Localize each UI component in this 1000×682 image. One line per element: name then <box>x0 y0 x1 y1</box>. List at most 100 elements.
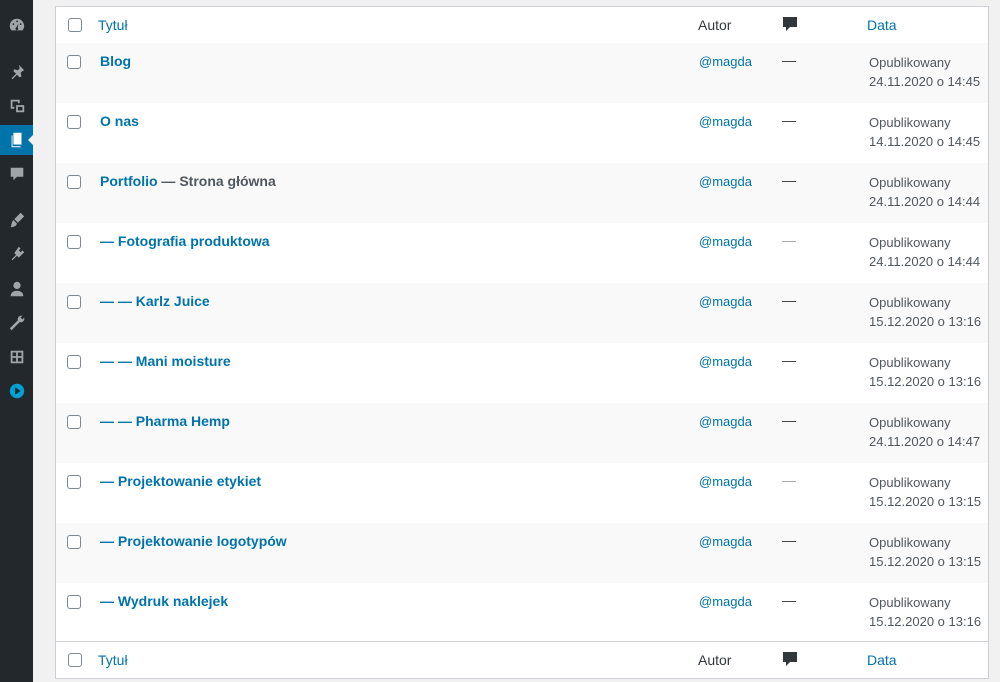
table-row: Portfolio — Strona główna @magda — Opubliko… <box>56 163 988 223</box>
publish-date: 15.12.2020 o 13:15 <box>869 554 982 569</box>
publish-status: Opublikowany <box>869 415 951 430</box>
column-date-sort-footer[interactable]: Data <box>867 652 897 668</box>
date-cell: Opublikowany 15.12.2020 o 13:15 <box>869 533 981 571</box>
media-icon[interactable] <box>0 91 33 121</box>
page-title-link[interactable]: O nas <box>100 113 139 129</box>
publish-date: 15.12.2020 o 13:16 <box>869 374 982 389</box>
column-title-sort[interactable]: Tytuł <box>98 17 128 33</box>
author-link[interactable]: @magda <box>699 294 752 309</box>
date-cell: Opublikowany 24.11.2020 o 14:44 <box>869 233 980 271</box>
publish-date: 24.11.2020 o 14:45 <box>869 74 981 89</box>
column-title-sort-footer[interactable]: Tytuł <box>98 652 128 668</box>
publish-date: 15.12.2020 o 13:15 <box>869 494 982 509</box>
author-link[interactable]: @magda <box>699 174 752 189</box>
page-title-link[interactable]: — — Pharma Hemp <box>100 413 230 429</box>
publish-date: 24.11.2020 o 14:47 <box>869 434 981 449</box>
publish-status: Opublikowany <box>869 295 951 310</box>
row-checkbox[interactable] <box>67 235 81 249</box>
table-footer: Tytuł Autor Data <box>56 641 988 678</box>
page-title-link[interactable]: Portfolio — Strona główna <box>100 173 276 189</box>
comment-icon[interactable] <box>0 159 33 189</box>
column-author: Autor <box>698 17 732 33</box>
comment-count: — <box>782 52 796 68</box>
date-cell: Opublikowany 15.12.2020 o 13:16 <box>869 293 981 331</box>
table-row: — Wydruk naklejek @magda — Opublikowany 15.1… <box>56 583 988 643</box>
table-row: Blog @magda — Opublikowany 24.11.2020 o 14:4… <box>56 43 988 103</box>
comment-count: — <box>782 472 796 488</box>
page-title-link[interactable]: — Fotografia produktowa <box>100 233 270 249</box>
row-checkbox[interactable] <box>67 475 81 489</box>
column-date-sort[interactable]: Data <box>867 17 897 33</box>
author-link[interactable]: @magda <box>699 474 752 489</box>
table-row: — Fotografia produktowa @magda — Opublikowa… <box>56 223 988 283</box>
publish-date: 15.12.2020 o 13:16 <box>869 314 982 329</box>
table-row: — — Karlz Juice @magda — Opublikowany 15.12.… <box>56 283 988 343</box>
date-cell: Opublikowany 14.11.2020 o 14:45 <box>869 113 980 151</box>
admin-sidebar <box>0 0 34 682</box>
page-title-link[interactable]: Blog <box>100 53 131 69</box>
play-circle-icon[interactable] <box>0 376 33 406</box>
page-title-link[interactable]: — Projektowanie etykiet <box>100 473 261 489</box>
publish-status: Opublikowany <box>869 235 951 250</box>
page-state-label: — Strona główna <box>157 173 276 189</box>
select-all-checkbox[interactable] <box>68 18 82 32</box>
author-link[interactable]: @magda <box>699 534 752 549</box>
date-cell: Opublikowany 15.12.2020 o 13:16 <box>869 353 981 391</box>
pin-icon[interactable] <box>0 57 33 87</box>
row-checkbox[interactable] <box>67 55 81 69</box>
row-checkbox[interactable] <box>67 115 81 129</box>
page-title-link[interactable]: — Wydruk naklejek <box>100 593 228 609</box>
comment-count: — <box>782 532 796 548</box>
table-row: — — Pharma Hemp @magda — Opublikowany 24.11.… <box>56 403 988 463</box>
publish-date: 15.12.2020 o 13:16 <box>869 614 982 629</box>
publish-status: Opublikowany <box>869 115 951 130</box>
author-link[interactable]: @magda <box>699 414 752 429</box>
publish-status: Opublikowany <box>869 55 951 70</box>
author-link[interactable]: @magda <box>699 54 752 69</box>
pages-table: Tytuł Autor Data Blog @magda — Opublikowany… <box>55 6 989 679</box>
publish-status: Opublikowany <box>869 355 951 370</box>
users-icon[interactable] <box>0 274 33 304</box>
publish-status: Opublikowany <box>869 535 951 550</box>
row-checkbox[interactable] <box>67 595 81 609</box>
row-checkbox[interactable] <box>67 175 81 189</box>
date-cell: Opublikowany 24.11.2020 o 14:44 <box>869 173 980 211</box>
pages-icon[interactable] <box>0 125 34 155</box>
row-checkbox[interactable] <box>67 295 81 309</box>
author-link[interactable]: @magda <box>699 594 752 609</box>
table-row: O nas @magda — Opublikowany 14.11.2020 o 14:… <box>56 103 988 163</box>
page-title-link[interactable]: — Projektowanie logotypów <box>100 533 287 549</box>
page-title-link[interactable]: — — Mani moisture <box>100 353 231 369</box>
comments-column-icon <box>783 652 797 672</box>
date-cell: Opublikowany 15.12.2020 o 13:16 <box>869 593 981 631</box>
dashboard-icon[interactable] <box>0 10 33 40</box>
column-author-footer: Autor <box>698 652 732 668</box>
tools-icon[interactable] <box>0 308 33 338</box>
date-cell: Opublikowany 24.11.2020 o 14:45 <box>869 53 980 91</box>
settings-icon[interactable] <box>0 342 33 372</box>
table-header: Tytuł Autor Data <box>56 7 988 44</box>
row-checkbox[interactable] <box>67 355 81 369</box>
date-cell: Opublikowany 24.11.2020 o 14:47 <box>869 413 980 451</box>
row-checkbox[interactable] <box>67 415 81 429</box>
page-title-link[interactable]: — — Karlz Juice <box>100 293 210 309</box>
comment-count: — <box>782 292 796 308</box>
comment-count: — <box>782 592 796 608</box>
select-all-checkbox-footer[interactable] <box>68 653 82 667</box>
comment-count: — <box>782 352 796 368</box>
table-row: — Projektowanie etykiet @magda — Opublikowa… <box>56 463 988 523</box>
plugins-icon[interactable] <box>0 239 33 269</box>
author-link[interactable]: @magda <box>699 234 752 249</box>
author-link[interactable]: @magda <box>699 354 752 369</box>
comments-column-icon <box>783 17 797 37</box>
comment-count: — <box>782 112 796 128</box>
comment-count: — <box>782 412 796 428</box>
publish-date: 14.11.2020 o 14:45 <box>869 134 981 149</box>
table-row: — Projektowanie logotypów @magda — Opubliko… <box>56 523 988 583</box>
publish-status: Opublikowany <box>869 175 951 190</box>
row-checkbox[interactable] <box>67 535 81 549</box>
publish-date: 24.11.2020 o 14:44 <box>869 194 981 209</box>
author-link[interactable]: @magda <box>699 114 752 129</box>
appearance-icon[interactable] <box>0 205 33 235</box>
publish-status: Opublikowany <box>869 595 951 610</box>
